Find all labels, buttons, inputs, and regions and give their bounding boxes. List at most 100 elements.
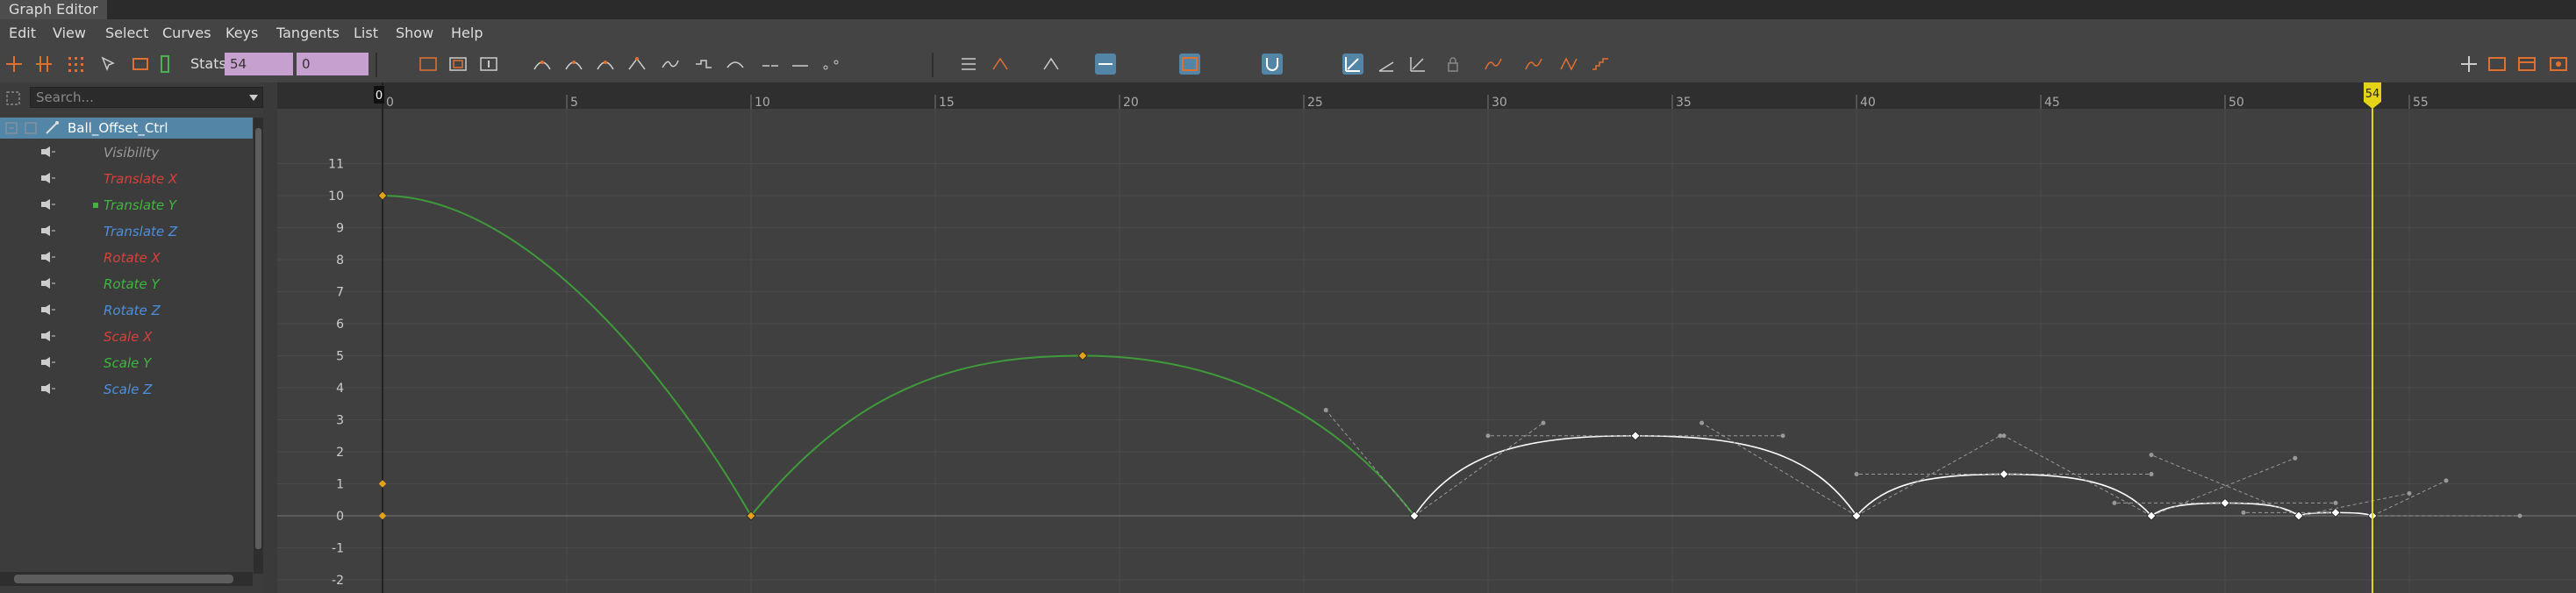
break-tangents-icon[interactable] [760, 54, 781, 75]
menu-curves[interactable]: Curves [162, 19, 211, 47]
pre-infinity-cycle-icon[interactable] [1483, 54, 1504, 75]
stats-frame-field[interactable]: 54 [225, 53, 293, 75]
buffer-snapshot-icon[interactable] [1179, 54, 1200, 75]
search-dropdown-icon[interactable] [249, 95, 258, 102]
retime-tool-icon[interactable] [130, 54, 151, 75]
vertical-scrollbar[interactable] [254, 118, 263, 574]
frame-tick-label: 25 [1307, 96, 1323, 110]
post-infinity-linear-icon[interactable] [1590, 54, 1611, 75]
channel-label: Scale X [104, 329, 153, 345]
lattice-deform-icon[interactable] [65, 54, 86, 75]
stats-value-field[interactable]: 0 [297, 53, 369, 75]
region-tool-icon[interactable] [98, 54, 119, 75]
menu-list[interactable]: List [354, 19, 378, 47]
channel-row[interactable]: Scale X [0, 323, 253, 349]
object-name: Ball_Offset_Ctrl [68, 120, 168, 136]
channel-row[interactable]: Translate Z [0, 218, 253, 244]
tangent-handle-end [2333, 500, 2338, 505]
channel-mute-icon[interactable] [41, 225, 55, 236]
tangent-handle-end [2517, 513, 2522, 518]
move-keys-tool-icon[interactable] [4, 54, 25, 75]
unify-tangents-icon[interactable] [790, 54, 811, 75]
curve-stack-icon[interactable] [958, 54, 979, 75]
channel-mute-icon[interactable] [41, 278, 55, 289]
menu-edit[interactable]: Edit [9, 19, 36, 47]
snap-keys-toggle-icon[interactable] [1095, 54, 1116, 75]
post-infinity-cycle-icon[interactable] [1523, 54, 1544, 75]
open-time-editor-icon[interactable] [2548, 54, 2569, 75]
channel-row[interactable]: Rotate Z [0, 296, 253, 323]
channel-label: Translate Y [104, 197, 177, 213]
auto-tangent-icon[interactable] [532, 54, 553, 75]
channel-mute-icon[interactable] [41, 146, 55, 157]
frame-tick-label: 35 [1676, 96, 1692, 110]
channel-mute-icon[interactable] [41, 199, 55, 210]
search-input[interactable]: Search... [30, 87, 263, 108]
menu-show[interactable]: Show [396, 19, 433, 47]
transform-node-icon [46, 121, 59, 134]
lock-channel-icon[interactable] [1442, 54, 1463, 75]
channel-row[interactable]: Rotate Y [0, 270, 253, 296]
value-tick-label: 5 [336, 350, 344, 364]
channel-row[interactable]: Translate Y [0, 191, 253, 218]
channel-mute-icon[interactable] [41, 173, 55, 183]
value-tick-label: 2 [336, 446, 344, 460]
frame-tick-label: 30 [1492, 96, 1507, 110]
tangent-handle-end [2149, 453, 2154, 458]
frame-tick-label: 45 [2044, 96, 2060, 110]
plateau-tangent-icon[interactable] [725, 54, 746, 75]
channel-row[interactable]: Rotate X [0, 244, 253, 270]
channel-mute-icon[interactable] [41, 383, 55, 394]
channel-row[interactable]: Translate X [0, 165, 253, 191]
pre-infinity-oscillate-icon[interactable] [1558, 54, 1579, 75]
value-tick-label: 10 [328, 189, 344, 204]
stacked-view-icon[interactable] [1376, 54, 1397, 75]
channel-label: Translate Z [104, 224, 178, 239]
frame-all-icon[interactable] [478, 54, 499, 75]
current-frame-label: 54 [2365, 88, 2380, 101]
channel-mute-icon[interactable] [41, 357, 55, 368]
menu-select[interactable]: Select [105, 19, 148, 47]
normalize-curves-icon[interactable] [990, 54, 1011, 75]
flat-tangent-icon[interactable] [660, 54, 681, 75]
value-tick-label: 1 [336, 478, 344, 492]
auto-frame-icon[interactable] [1342, 54, 1363, 75]
open-dope-sheet-icon[interactable] [2487, 54, 2508, 75]
graph-view[interactable]: 0 5 10 15 20 25 30 35 40 45 50 5511109876543210-1-2… [277, 82, 2576, 593]
filter-icon[interactable] [5, 90, 21, 106]
object-row-selected[interactable]: Ball_Offset_Ctrl [0, 118, 253, 139]
pane-splitter[interactable] [263, 82, 277, 593]
clamped-tangent-icon[interactable] [595, 54, 616, 75]
channel-mute-icon[interactable] [41, 304, 55, 315]
frame-tick-label: 5 [570, 96, 578, 110]
free-tangent-weight-icon[interactable] [820, 54, 841, 75]
magnet-snap-icon[interactable] [1262, 54, 1283, 75]
menu-keys[interactable]: Keys [225, 19, 258, 47]
channel-label: Scale Y [104, 355, 152, 371]
normalized-view-icon[interactable] [1407, 54, 1428, 75]
channel-row[interactable]: Scale Z [0, 375, 253, 402]
channel-mute-icon[interactable] [41, 331, 55, 341]
buffer-swap-icon[interactable] [447, 54, 469, 75]
tangent-handle-end [2001, 433, 2007, 439]
spline-tangent-icon[interactable] [563, 54, 584, 75]
pan-view-icon[interactable] [2458, 54, 2479, 75]
channel-row[interactable]: Scale Y [0, 349, 253, 375]
channel-mute-icon[interactable] [41, 252, 55, 262]
insert-keys-tool-icon[interactable] [33, 54, 54, 75]
insert-key-icon[interactable] [1041, 54, 1062, 75]
linear-tangent-icon[interactable] [626, 54, 648, 75]
open-trax-editor-icon[interactable] [2516, 54, 2537, 75]
menu-bar: Edit View Select Curves Keys Tangents Li… [0, 19, 2576, 47]
menu-tangents[interactable]: Tangents [276, 19, 340, 47]
menu-help[interactable]: Help [451, 19, 483, 47]
buffer-curve-icon[interactable] [418, 54, 439, 75]
channel-row[interactable]: Visibility [0, 139, 253, 165]
step-tangent-icon[interactable] [693, 54, 714, 75]
menu-view[interactable]: View [53, 19, 86, 47]
horizontal-scrollbar[interactable] [0, 572, 253, 586]
expand-icon[interactable] [5, 122, 18, 134]
value-tick-label: 9 [336, 222, 344, 236]
value-tick-label: 11 [328, 158, 344, 172]
select-all-icon[interactable] [154, 54, 175, 75]
